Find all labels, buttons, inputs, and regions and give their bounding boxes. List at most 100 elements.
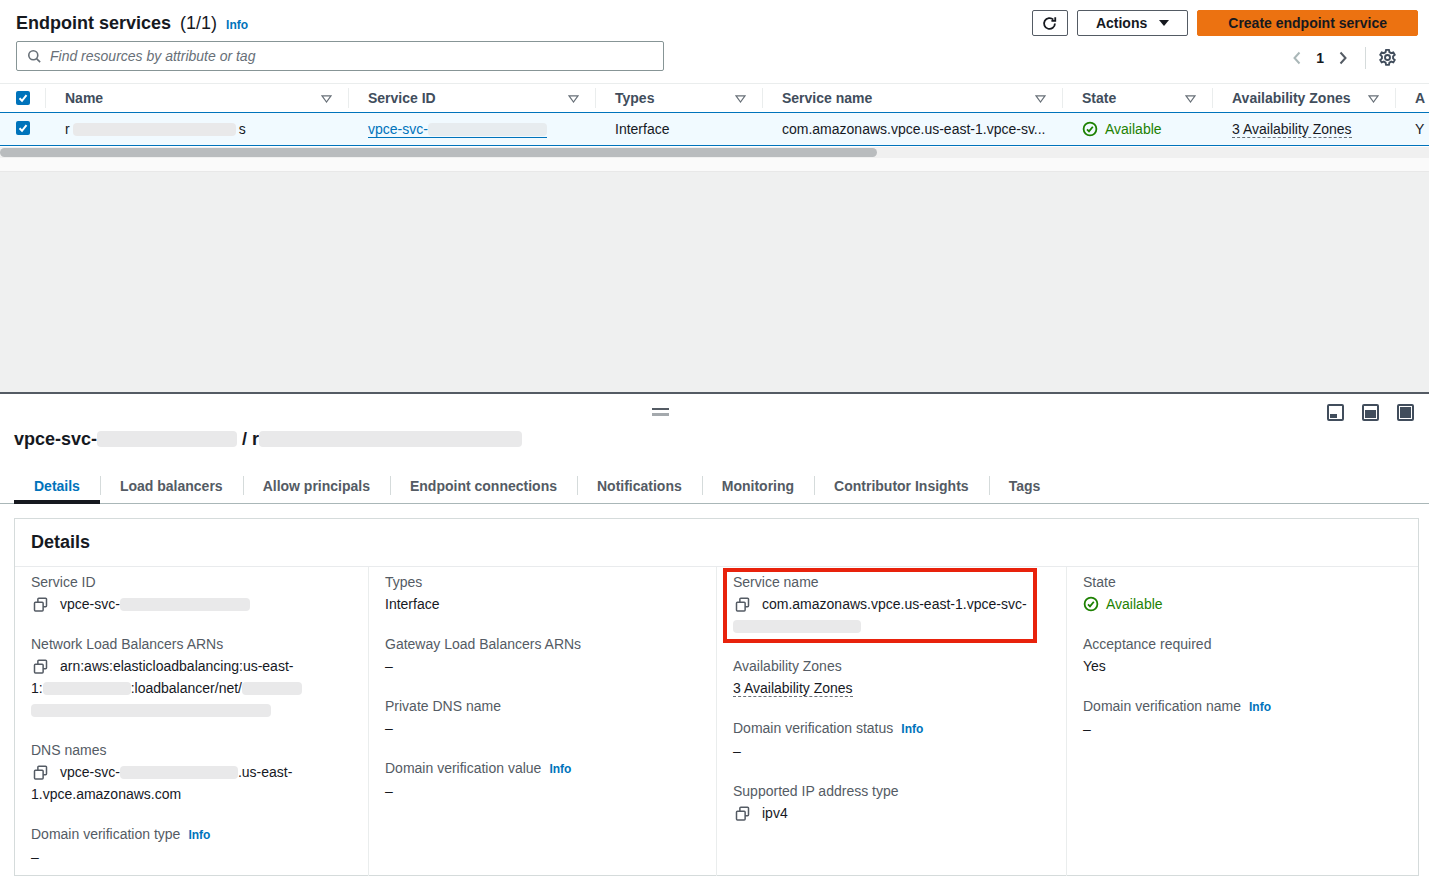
tab-allow-principals[interactable]: Allow principals — [243, 468, 390, 503]
info-link[interactable]: Info — [1249, 700, 1271, 714]
sort-icon[interactable] — [1368, 90, 1379, 106]
status-available-icon — [1082, 121, 1098, 137]
panel-position-side-icon[interactable] — [1362, 404, 1379, 421]
tab-endpoint-connections[interactable]: Endpoint connections — [390, 468, 577, 503]
field-label: Domain verification valueInfo — [385, 757, 700, 780]
info-link[interactable]: Info — [901, 722, 923, 736]
copy-icon[interactable] — [33, 765, 48, 780]
table-row[interactable]: rs vpce-svc- Interface com.amazonaws.vpc… — [0, 112, 1429, 146]
details-card: Details Service ID vpce-svc- Network Loa… — [14, 518, 1419, 876]
availability-zones-link[interactable]: 3 Availability Zones — [1232, 121, 1352, 138]
copy-icon[interactable] — [735, 806, 750, 821]
page-number[interactable]: 1 — [1316, 50, 1324, 66]
table-header: Name Service ID Types Service name State… — [0, 83, 1429, 112]
column-header-service-id[interactable]: Service ID — [348, 84, 595, 112]
field-value-glb: – — [385, 655, 700, 677]
cell-acceptance: Y — [1395, 121, 1429, 137]
search-placeholder: Find resources by attribute or tag — [50, 48, 255, 64]
field-label: State — [1083, 571, 1402, 593]
panel-maximize-icon[interactable] — [1397, 404, 1414, 421]
horizontal-scrollbar[interactable] — [0, 147, 1429, 158]
cell-service-name: com.amazonaws.vpce.us-east-1.vpce-sv... — [762, 121, 1062, 137]
split-panel-drag-handle[interactable] — [652, 408, 669, 416]
field-label: Supported IP address type — [733, 780, 1050, 802]
field-value-nlb-arn: arn:aws:elasticloadbalancing:us-east- — [31, 655, 352, 677]
field-value-service-name: com.amazonaws.vpce.us-east-1.vpce-svc- — [733, 593, 1050, 615]
sort-icon[interactable] — [1185, 90, 1196, 106]
refresh-icon — [1041, 15, 1058, 32]
search-icon — [27, 49, 42, 64]
field-value-dvs: – — [733, 740, 1050, 762]
scrollbar-thumb[interactable] — [0, 148, 877, 157]
actions-label: Actions — [1096, 15, 1147, 31]
pagination: 1 — [1291, 47, 1397, 69]
column-header-service-name[interactable]: Service name — [762, 84, 1062, 112]
panel-title: vpce-svc- / r — [14, 429, 522, 450]
info-link[interactable]: Info — [188, 828, 210, 842]
panel-position-bottom-icon[interactable] — [1327, 404, 1344, 421]
settings-gear-icon[interactable] — [1378, 48, 1397, 67]
column-header-types[interactable]: Types — [595, 84, 762, 112]
refresh-button[interactable] — [1032, 10, 1068, 36]
service-id-link[interactable]: vpce-svc- — [368, 122, 547, 138]
field-value-acceptance: Yes — [1083, 655, 1402, 677]
tab-details[interactable]: Details — [14, 468, 100, 503]
column-header-availability-zones[interactable]: Availability Zones — [1212, 84, 1395, 112]
field-value-types: Interface — [385, 593, 700, 615]
sort-icon[interactable] — [1035, 90, 1046, 106]
field-value-dvn: – — [1083, 718, 1402, 740]
tab-notifications[interactable]: Notifications — [577, 468, 702, 503]
next-page-icon[interactable] — [1338, 50, 1349, 66]
copy-icon[interactable] — [33, 659, 48, 674]
column-header-state[interactable]: State — [1062, 84, 1212, 112]
page-background — [0, 172, 1429, 392]
status-available-icon — [1083, 596, 1099, 612]
field-label: Domain verification statusInfo — [733, 717, 1050, 740]
field-label: Acceptance required — [1083, 633, 1402, 655]
panel-layout-controls — [1327, 404, 1414, 421]
row-checkbox[interactable] — [0, 121, 45, 138]
result-count: (1/1) — [180, 13, 217, 34]
page-title: Endpoint services — [16, 13, 171, 34]
actions-button[interactable]: Actions — [1077, 10, 1188, 36]
field-value-dns: vpce-svc-.us-east- — [31, 761, 352, 783]
tab-tags[interactable]: Tags — [989, 468, 1061, 503]
field-value-az: 3 Availability Zones — [733, 677, 1050, 699]
previous-page-icon[interactable] — [1291, 50, 1302, 66]
cell-types: Interface — [595, 121, 762, 137]
create-endpoint-service-button[interactable]: Create endpoint service — [1197, 10, 1418, 36]
panel-tabs: Details Load balancers Allow principals … — [0, 468, 1429, 504]
sort-icon[interactable] — [568, 90, 579, 106]
field-label: Domain verification typeInfo — [31, 823, 352, 846]
field-label: Service ID — [31, 571, 352, 593]
sort-icon[interactable] — [735, 90, 746, 106]
field-label: Network Load Balancers ARNs — [31, 633, 352, 655]
tab-monitoring[interactable]: Monitoring — [702, 468, 814, 503]
field-value-ip: ipv4 — [733, 802, 1050, 824]
page-header: Endpoint services (1/1) Info Actions Cre… — [16, 9, 1418, 37]
search-input[interactable]: Find resources by attribute or tag — [16, 41, 664, 71]
cell-state: Available — [1062, 121, 1212, 137]
cell-availability-zones: 3 Availability Zones — [1212, 121, 1395, 138]
copy-icon[interactable] — [735, 597, 750, 612]
info-link[interactable]: Info — [549, 762, 571, 776]
field-label: Private DNS name — [385, 695, 700, 717]
field-value-state: Available — [1083, 593, 1402, 615]
select-all-checkbox[interactable] — [0, 84, 45, 112]
field-value-dvt: – — [31, 846, 352, 868]
column-header-name[interactable]: Name — [45, 84, 348, 112]
field-label: Availability Zones — [733, 655, 1050, 677]
tab-load-balancers[interactable]: Load balancers — [100, 468, 243, 503]
sort-icon[interactable] — [321, 90, 332, 106]
cell-name: rs — [45, 121, 348, 137]
column-header-acceptance[interactable]: A — [1395, 84, 1429, 112]
availability-zones-link[interactable]: 3 Availability Zones — [733, 680, 853, 697]
tab-contributor-insights[interactable]: Contributor Insights — [814, 468, 989, 503]
info-link[interactable]: Info — [226, 18, 248, 32]
field-value-service-id: vpce-svc- — [31, 593, 352, 615]
field-label: Service name — [733, 571, 1050, 593]
create-label: Create endpoint service — [1228, 15, 1387, 31]
field-label: Types — [385, 571, 700, 593]
field-value-dvv: – — [385, 780, 700, 802]
copy-icon[interactable] — [33, 597, 48, 612]
